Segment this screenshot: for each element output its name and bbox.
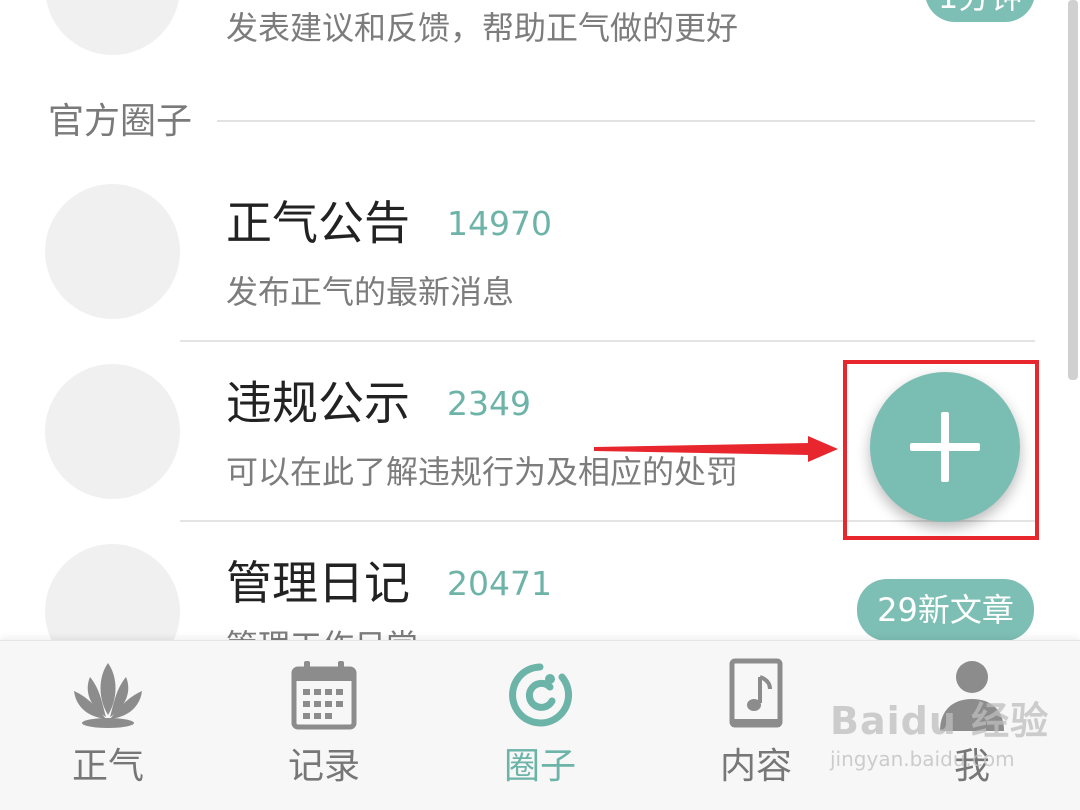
circle-description: 管理工作日常 [226,630,418,640]
watermark: Baidu 经验 jingyan.baidu.com [830,699,1050,771]
tab-circle[interactable]: 圈子 [432,641,648,810]
circle-description: 发表建议和反馈，帮助正气做的更好 [226,9,739,47]
tab-label: 圈子 [503,746,576,787]
circle-icon [509,663,572,727]
tab-record[interactable]: 记录 [216,641,432,810]
list-item[interactable]: 管理日记 20471 管理工作日常 29新文章 [0,530,1080,640]
member-count: 14970 [447,204,552,243]
list-item[interactable]: 正气公告 14970 发布正气的最新消息 [0,170,1080,340]
circle-title: 管理日记 [226,556,410,610]
new-articles-badge: 29新文章 [857,579,1034,640]
arrow-annotation [594,436,838,462]
section-title: 官方圈子 [48,101,193,142]
avatar [45,364,180,499]
circle-title: 违规公示 [226,376,410,430]
tab-label: 记录 [287,746,360,787]
avatar [45,184,180,319]
section-divider [217,120,1035,122]
member-count: 20471 [447,564,552,603]
music-book-icon [729,658,783,728]
circle-description: 发布正气的最新消息 [226,273,515,311]
avatar [45,544,180,640]
lotus-icon [74,663,142,728]
calendar-icon [291,661,357,730]
highlight-box [843,360,1039,540]
tab-zhengqi[interactable]: 正气 [0,641,216,810]
tab-label: 正气 [71,746,144,787]
divider [180,340,1035,342]
list-item[interactable]: 发表建议和反馈，帮助正气做的更好 1分钟 [0,0,1080,80]
member-count: 2349 [447,384,531,423]
avatar [45,0,180,55]
circle-title: 正气公告 [226,196,410,250]
status-badge: 1分钟 [925,0,1035,22]
